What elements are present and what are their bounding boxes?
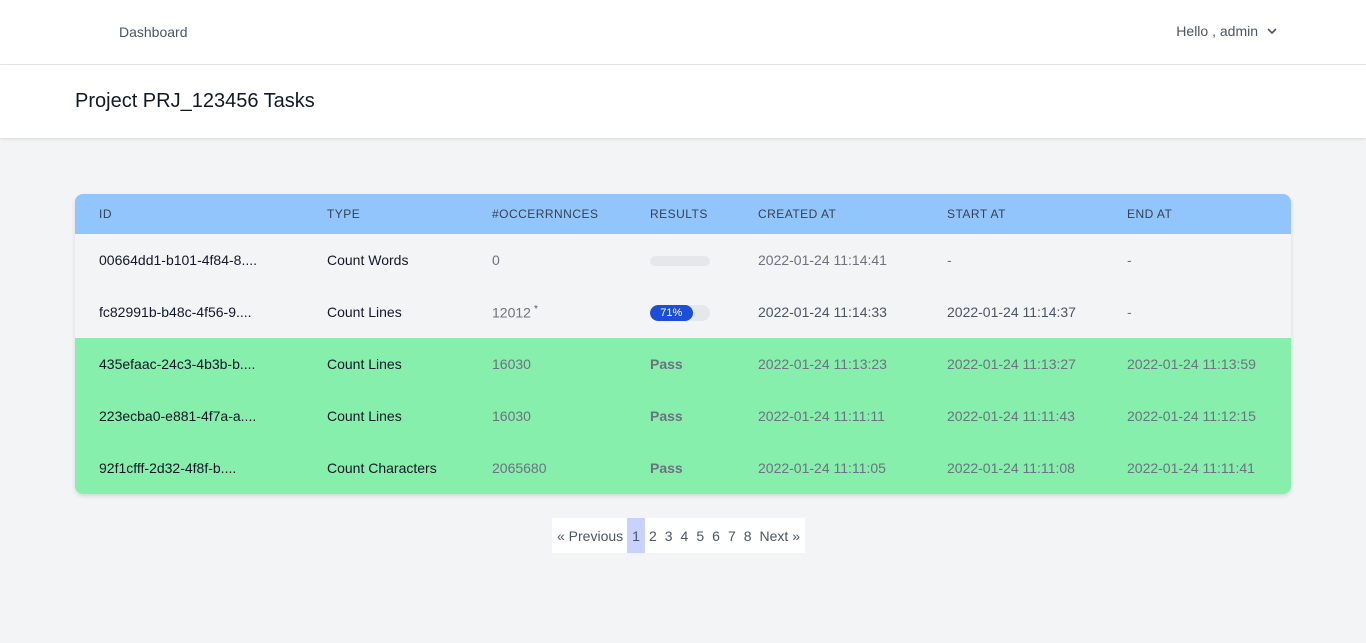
- task-start-at: 2022-01-24 11:13:27: [947, 356, 1076, 372]
- task-start-at: 2022-01-24 11:11:08: [947, 460, 1075, 476]
- task-occurrences: 2065680: [492, 460, 547, 476]
- occurrences-value: 12012: [492, 304, 531, 321]
- task-end-at: -: [1127, 252, 1132, 268]
- task-created-at: 2022-01-24 11:14:33: [758, 304, 887, 320]
- occurrences-mark: *: [533, 303, 538, 315]
- pagination-page-7[interactable]: 7: [724, 518, 740, 553]
- task-type: Count Lines: [327, 408, 402, 424]
- task-occurrences: 16030: [492, 408, 531, 424]
- pagination-next[interactable]: Next »: [756, 518, 805, 553]
- column-header-type: TYPE: [327, 207, 361, 221]
- task-created-at: 2022-01-24 11:11:05: [758, 460, 886, 476]
- table-row[interactable]: 00664dd1-b101-4f84-8.... Count Words 0 2…: [75, 234, 1291, 286]
- task-result-pass: Pass: [650, 356, 683, 372]
- task-result-pass: Pass: [650, 408, 683, 424]
- column-header-id: ID: [99, 207, 112, 221]
- task-start-at: 2022-01-24 11:14:37: [947, 304, 1076, 320]
- table-row[interactable]: 92f1cfff-2d32-4f8f-b.... Count Character…: [75, 442, 1291, 494]
- task-created-at: 2022-01-24 11:13:23: [758, 356, 887, 372]
- task-start-at: -: [947, 252, 952, 268]
- page-header: Project PRJ_123456 Tasks: [0, 65, 1366, 138]
- task-result: [626, 234, 734, 286]
- task-end-at: 2022-01-24 11:11:41: [1127, 460, 1255, 476]
- pagination-page-2[interactable]: 2: [645, 518, 661, 553]
- table-row[interactable]: 435efaac-24c3-4b3b-b.... Count Lines 160…: [75, 338, 1291, 390]
- task-created-at: 2022-01-24 11:11:11: [758, 408, 885, 424]
- column-header-created-at: CREATED AT: [758, 207, 837, 221]
- column-header-results: RESULTS: [650, 207, 708, 221]
- task-end-at: 2022-01-24 11:13:59: [1127, 356, 1256, 372]
- table-row[interactable]: 223ecba0-e881-4f7a-a.... Count Lines 160…: [75, 390, 1291, 442]
- task-type: Count Lines: [327, 304, 402, 320]
- task-result-pass: Pass: [650, 460, 683, 476]
- table-row[interactable]: fc82991b-b48c-4f56-9.... Count Lines 120…: [75, 286, 1291, 338]
- task-type: Count Words: [327, 252, 409, 268]
- task-end-at: -: [1127, 304, 1132, 320]
- column-header-end-at: END AT: [1127, 207, 1173, 221]
- task-type: Count Lines: [327, 356, 402, 372]
- task-created-at: 2022-01-24 11:14:41: [758, 252, 887, 268]
- task-occurrences: 16030: [492, 356, 531, 372]
- task-id[interactable]: 435efaac-24c3-4b3b-b....: [75, 338, 303, 390]
- pagination-page-3[interactable]: 3: [661, 518, 677, 553]
- task-id[interactable]: fc82991b-b48c-4f56-9....: [75, 286, 303, 338]
- task-id[interactable]: 00664dd1-b101-4f84-8....: [75, 234, 303, 286]
- pagination-page-1[interactable]: 1: [627, 518, 645, 553]
- task-occurrences: 12012 *: [468, 286, 626, 338]
- pagination-page-4[interactable]: 4: [677, 518, 693, 553]
- column-header-start-at: START AT: [947, 207, 1006, 221]
- pagination: « Previous 1 2 3 4 5 6 7 8 Next »: [552, 518, 805, 553]
- task-start-at: 2022-01-24 11:11:43: [947, 408, 1075, 424]
- user-greeting: Hello , admin: [1176, 23, 1258, 39]
- progress-fill: 71%: [650, 304, 693, 321]
- tasks-table-card: ID TYPE #OCCERRNNCES RESULTS CREATED AT …: [75, 194, 1291, 494]
- progress-bar: 71%: [650, 304, 710, 321]
- top-navbar: Dashboard Hello , admin: [0, 0, 1366, 65]
- pagination-page-8[interactable]: 8: [740, 518, 756, 553]
- tasks-table: ID TYPE #OCCERRNNCES RESULTS CREATED AT …: [75, 194, 1291, 494]
- progress-bar: [650, 256, 710, 267]
- pagination-page-6[interactable]: 6: [708, 518, 724, 553]
- chevron-down-icon: [1267, 28, 1277, 34]
- task-id[interactable]: 223ecba0-e881-4f7a-a....: [75, 390, 303, 442]
- task-occurrences: 0: [492, 252, 500, 268]
- table-header-row: ID TYPE #OCCERRNNCES RESULTS CREATED AT …: [75, 194, 1291, 234]
- nav-dashboard-link[interactable]: Dashboard: [119, 24, 188, 40]
- task-end-at: 2022-01-24 11:12:15: [1127, 408, 1256, 424]
- column-header-occurrences: #OCCERRNNCES: [492, 207, 599, 221]
- task-type: Count Characters: [327, 460, 437, 476]
- pagination-previous[interactable]: « Previous: [552, 518, 627, 553]
- pagination-page-5[interactable]: 5: [692, 518, 708, 553]
- task-result: 71%: [626, 286, 734, 338]
- page-title: Project PRJ_123456 Tasks: [75, 90, 315, 112]
- user-menu[interactable]: Hello , admin: [1176, 23, 1278, 39]
- task-id[interactable]: 92f1cfff-2d32-4f8f-b....: [75, 442, 303, 494]
